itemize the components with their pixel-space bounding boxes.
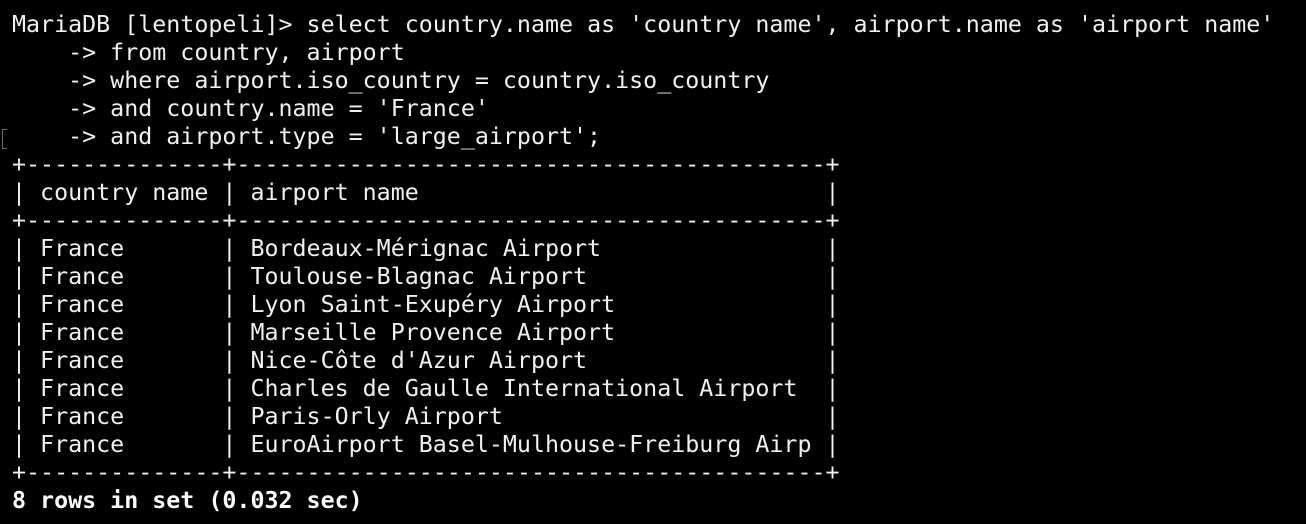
query-text: select country.name as 'country name', a… [306, 11, 1275, 38]
table-row: | France | Lyon Saint-Exupéry Airport | [12, 291, 840, 318]
terminal-window[interactable]: MariaDB [lentopeli]> select country.name… [0, 0, 1306, 524]
table-row: | France | Bordeaux-Mérignac Airport | [12, 235, 840, 262]
query-line-2: -> from country, airport [12, 39, 405, 66]
table-row: | France | EuroAirport Basel-Mulhouse-Fr… [12, 431, 840, 458]
query-line-1: MariaDB [lentopeli]> select country.name… [12, 11, 1306, 39]
table-row: | France | Toulouse-Blagnac Airport | [12, 263, 840, 290]
table-row: | France | Nice-Côte d'Azur Airport | [12, 347, 840, 374]
line-marker-icon [2, 129, 7, 149]
table-header: | country name | airport name | [12, 179, 840, 206]
table-row: | France | Paris-Orly Airport | [12, 403, 840, 430]
result-summary: 8 rows in set (0.032 sec) [12, 487, 363, 514]
mysql-prompt: MariaDB [lentopeli]> [12, 11, 307, 38]
query-line-3: -> where airport.iso_country = country.i… [12, 67, 770, 94]
table-row: | France | Marseille Provence Airport | [12, 319, 840, 346]
table-border-bottom: +--------------+------------------------… [12, 459, 840, 486]
query-line-4: -> and country.name = 'France' [12, 95, 489, 122]
table-border-top: +--------------+------------------------… [12, 151, 840, 178]
query-line-5: -> and airport.type = 'large_airport'; [12, 123, 602, 150]
table-border-header: +--------------+------------------------… [12, 207, 840, 234]
table-row: | France | Charles de Gaulle Internation… [12, 375, 840, 402]
